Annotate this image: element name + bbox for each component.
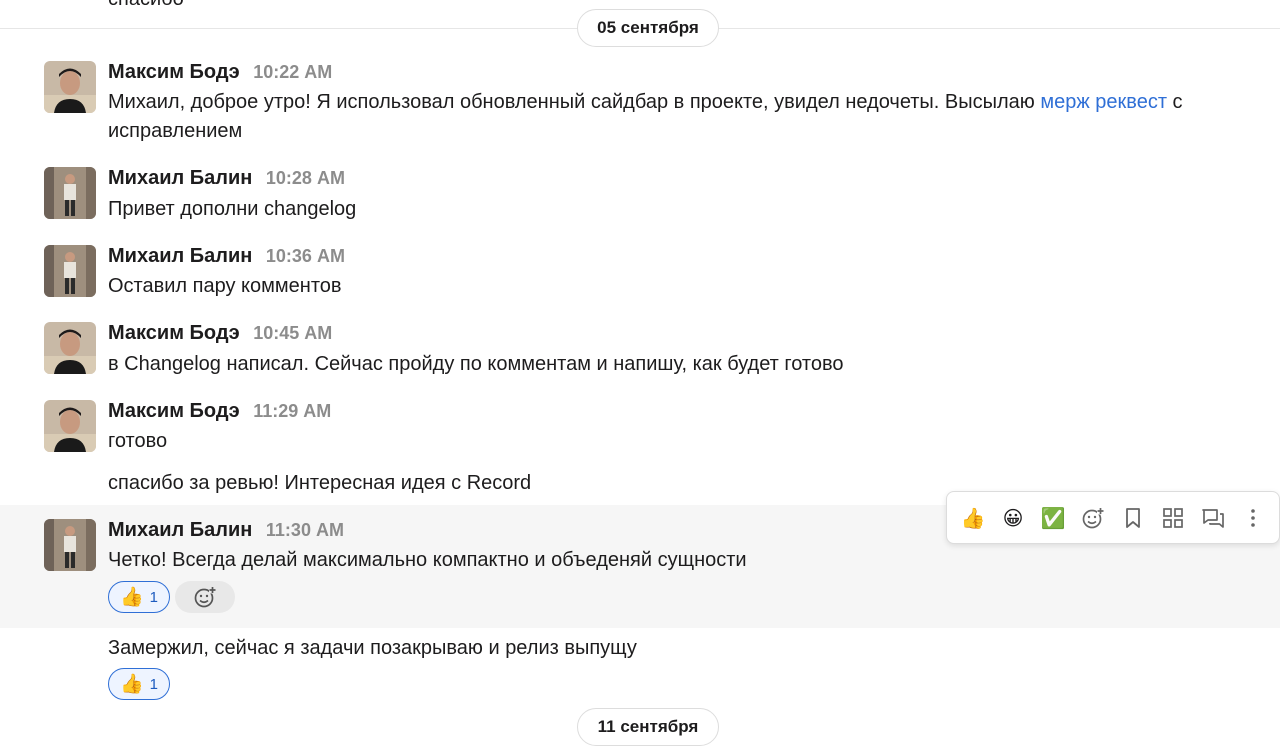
- apps-button[interactable]: [1159, 504, 1187, 532]
- avatar[interactable]: [44, 400, 96, 452]
- avatar-mikhail-image: [44, 167, 96, 219]
- avatar[interactable]: [44, 167, 96, 219]
- message-time[interactable]: 11:29 AM: [253, 401, 331, 421]
- avatar[interactable]: [44, 61, 96, 113]
- avatar-maxim-image: [44, 400, 96, 452]
- date-divider-pill[interactable]: 11 сентября: [577, 708, 719, 746]
- avatar-maxim-image: [44, 322, 96, 374]
- message-author[interactable]: Михаил Балин 10:36 AM: [108, 245, 345, 268]
- message-author[interactable]: Михаил Балин 10:28 AM: [108, 167, 345, 190]
- message-text: готово: [108, 430, 168, 452]
- message-actions-toolbar: 👍 😀 ✅: [946, 491, 1280, 544]
- author-name[interactable]: Максим Бодэ: [108, 61, 240, 83]
- message-author[interactable]: Максим Бодэ 10:22 AM: [108, 61, 332, 84]
- avatar-maxim-image: [44, 61, 96, 113]
- check-icon: ✅: [1040, 507, 1066, 530]
- avatar[interactable]: [44, 322, 96, 374]
- message-text: спасибо за ревью! Интересная идея с Reco…: [108, 472, 532, 494]
- reaction-thumbs-up[interactable]: 👍 1: [108, 668, 170, 700]
- previous-message-text: спасибо: [108, 0, 184, 11]
- author-name[interactable]: Михаил Балин: [108, 245, 252, 267]
- thread-icon: [1202, 509, 1224, 528]
- avatar[interactable]: [44, 519, 96, 571]
- author-name[interactable]: Максим Бодэ: [108, 400, 240, 422]
- react-check-button[interactable]: ✅: [1039, 504, 1067, 532]
- message-author[interactable]: Максим Бодэ 10:45 AM: [108, 322, 332, 345]
- message-text: в Changelog написал. Сейчас пройду по ко…: [108, 353, 844, 375]
- message-time[interactable]: 10:22 AM: [253, 62, 332, 82]
- react-grin-button[interactable]: 😀: [999, 504, 1027, 532]
- add-reaction-button[interactable]: [1079, 504, 1107, 532]
- message-time[interactable]: 10:36 AM: [266, 246, 345, 266]
- bookmark-button[interactable]: [1119, 504, 1147, 532]
- grin-icon: 😀: [1002, 507, 1024, 530]
- message-time[interactable]: 10:28 AM: [266, 168, 345, 188]
- avatar-mikhail-image: [44, 519, 96, 571]
- merge-request-link[interactable]: мерж реквест: [1040, 91, 1167, 113]
- author-name[interactable]: Максим Бодэ: [108, 322, 240, 344]
- message-text: Четко! Всегда делай максимально компактн…: [108, 549, 747, 571]
- message-time[interactable]: 11:30 AM: [266, 520, 344, 540]
- add-reaction-icon: [194, 586, 216, 608]
- message-text: Привет дополни changelog: [108, 198, 357, 220]
- reaction-count: 1: [149, 588, 158, 606]
- date-divider-pill[interactable]: 05 сентября: [577, 9, 719, 47]
- message-time[interactable]: 10:45 AM: [253, 323, 332, 343]
- message-text-part: Михаил, доброе утро! Я использовал обнов…: [108, 91, 1041, 113]
- thumbs-up-icon: 👍: [119, 674, 144, 695]
- react-thumbs-up-button[interactable]: 👍: [959, 504, 987, 532]
- add-reaction-button[interactable]: [175, 581, 235, 613]
- author-name[interactable]: Михаил Балин: [108, 519, 252, 541]
- message-text: Михаил, доброе утро! Я использовал обнов…: [108, 88, 1268, 146]
- message-text: Замержил, сейчас я задачи позакрываю и р…: [108, 637, 637, 659]
- avatar-mikhail-image: [44, 245, 96, 297]
- message-author[interactable]: Максим Бодэ 11:29 AM: [108, 400, 331, 423]
- reply-in-thread-button[interactable]: [1199, 504, 1227, 532]
- reaction-thumbs-up[interactable]: 👍 1: [108, 581, 170, 613]
- add-reaction-icon: [1082, 507, 1104, 529]
- thumbs-up-icon: 👍: [119, 587, 144, 608]
- more-actions-button[interactable]: [1239, 504, 1267, 532]
- message-text: Оставил пару комментов: [108, 275, 342, 297]
- message-author[interactable]: Михаил Балин 11:30 AM: [108, 519, 344, 542]
- more-vertical-icon: [1251, 509, 1255, 527]
- grid-icon: [1163, 508, 1183, 528]
- author-name[interactable]: Михаил Балин: [108, 167, 252, 189]
- thumbs-up-icon: 👍: [960, 507, 986, 530]
- bookmark-icon: [1126, 508, 1140, 528]
- avatar[interactable]: [44, 245, 96, 297]
- reaction-count: 1: [149, 675, 158, 693]
